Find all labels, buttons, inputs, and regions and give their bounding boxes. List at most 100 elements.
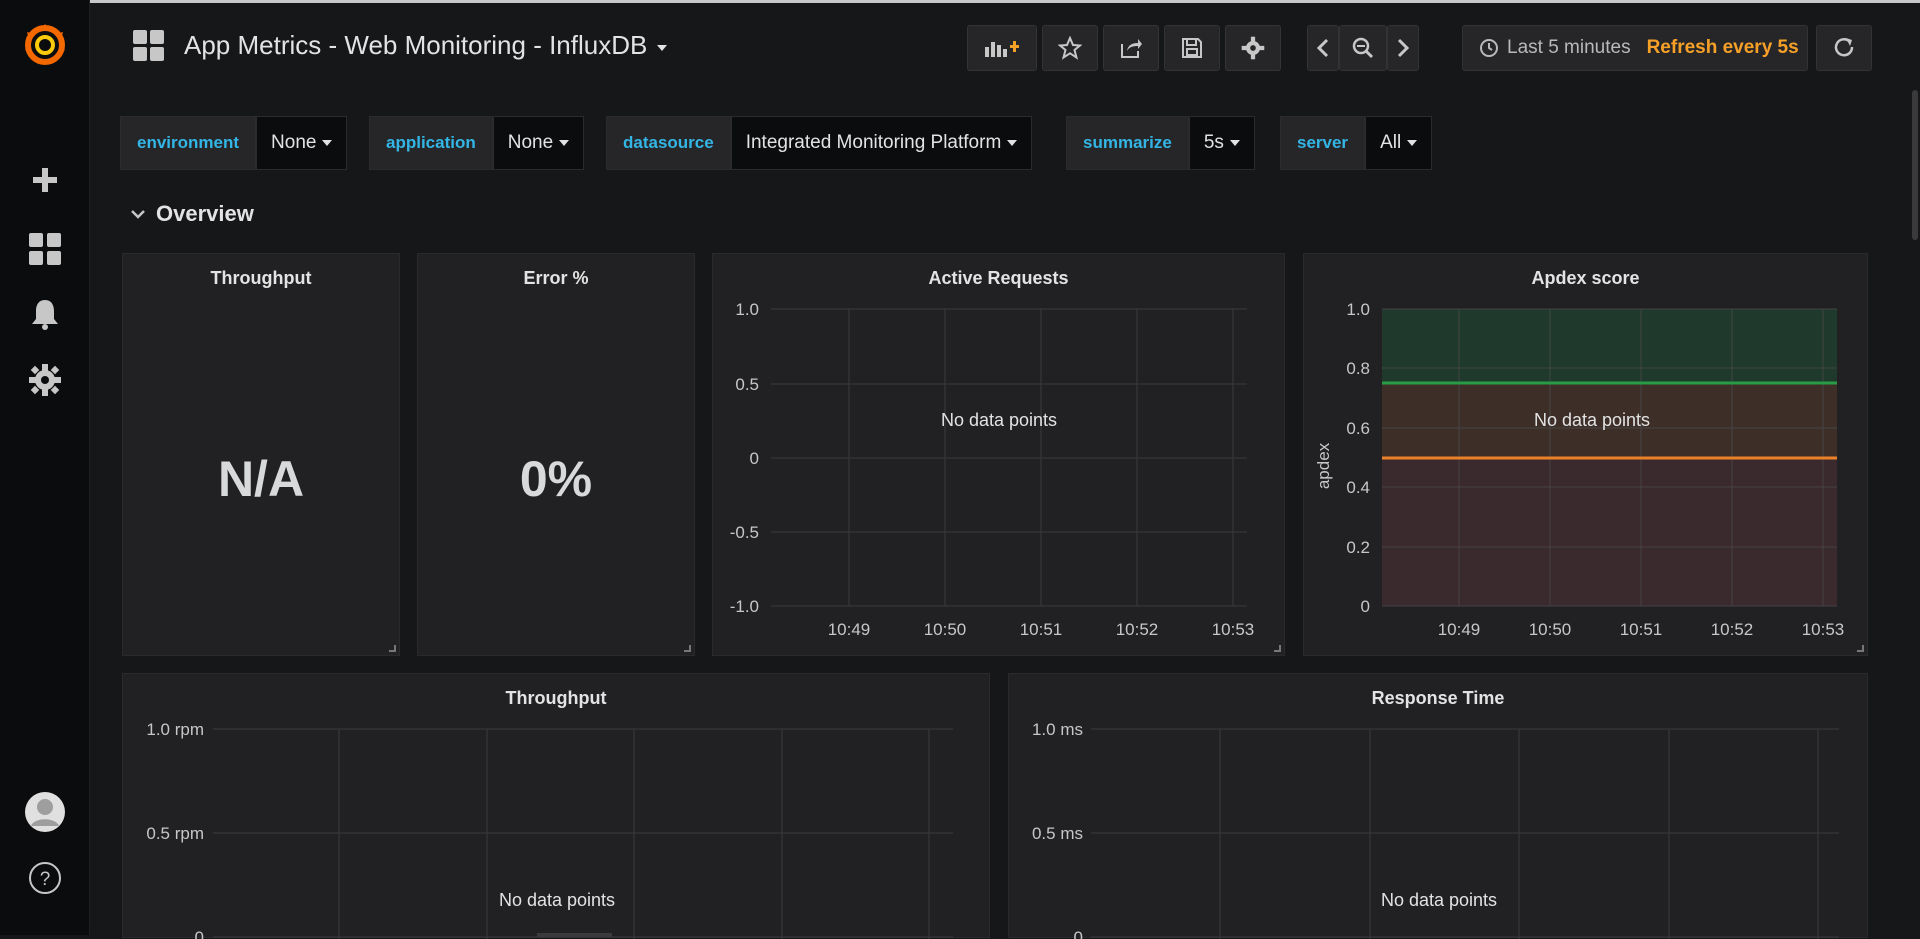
clock-icon xyxy=(1480,39,1498,57)
var-application[interactable]: application None xyxy=(369,116,585,170)
grafana-logo-icon[interactable] xyxy=(19,18,71,70)
y-tick-label: 0 xyxy=(1361,597,1370,616)
var-value-dropdown[interactable]: None xyxy=(256,116,348,170)
panel-active-requests[interactable]: Active Requests 1.0 0.5 0 -0.5 -1.0 10:4… xyxy=(712,253,1285,656)
x-tick-label: 10:50 xyxy=(1529,620,1572,639)
var-label: application xyxy=(369,116,493,170)
y-axis-label: apdex xyxy=(1314,442,1333,489)
caret-down-icon xyxy=(322,140,333,146)
chevron-right-icon xyxy=(1397,38,1410,58)
vertical-scrollbar[interactable] xyxy=(1912,90,1918,240)
time-forward-button[interactable] xyxy=(1387,25,1419,71)
var-value-dropdown[interactable]: All xyxy=(1365,116,1433,170)
add-panel-icon xyxy=(985,41,1019,57)
share-icon xyxy=(1121,39,1142,58)
var-value: All xyxy=(1380,132,1402,153)
settings-button[interactable] xyxy=(1225,25,1281,71)
refresh-button[interactable] xyxy=(1816,25,1872,71)
y-tick-label: 0.5 rpm xyxy=(146,824,204,843)
var-label: datasource xyxy=(606,116,731,170)
var-server[interactable]: server All xyxy=(1280,116,1433,170)
horizontal-scrollbar[interactable] xyxy=(537,933,612,937)
x-tick-label: 10:52 xyxy=(1116,620,1159,639)
panel-title[interactable]: Error % xyxy=(418,268,694,289)
resize-handle[interactable] xyxy=(684,645,691,652)
var-datasource[interactable]: datasource Integrated Monitoring Platfor… xyxy=(606,116,1033,170)
var-summarize[interactable]: summarize 5s xyxy=(1066,116,1255,170)
avatar[interactable] xyxy=(0,788,90,836)
x-tick-label: 10:50 xyxy=(924,620,967,639)
stat-value: 0% xyxy=(519,451,593,507)
no-data-message: No data points xyxy=(941,410,1057,430)
no-data-message: No data points xyxy=(1381,890,1497,910)
y-tick-label: 0.4 xyxy=(1346,478,1370,497)
time-range-picker[interactable]: Last 5 minutes Refresh every 5s xyxy=(1462,25,1808,71)
refresh-icon xyxy=(1834,38,1854,57)
share-button[interactable] xyxy=(1103,25,1159,71)
y-tick-label: 0.6 xyxy=(1346,419,1370,438)
resize-handle[interactable] xyxy=(389,645,396,652)
threshold-bad-region xyxy=(1382,458,1837,606)
y-tick-label: 0.2 xyxy=(1346,538,1370,557)
panel-apdex-score[interactable]: Apdex score 1.0 0.8 0.6 0.4 0.2 0 apdex … xyxy=(1303,253,1868,656)
no-data-message: No data points xyxy=(1534,410,1650,430)
chevron-down-icon xyxy=(131,210,145,219)
y-tick-label: 0.5 ms xyxy=(1032,824,1083,843)
time-back-button[interactable] xyxy=(1307,25,1339,71)
panel-throughput-graph[interactable]: Throughput 1.0 rpm 0.5 rpm 0 No data poi… xyxy=(122,673,990,939)
panel-response-time[interactable]: Response Time 1.0 ms 0.5 ms 0 No data po… xyxy=(1008,673,1868,939)
zoom-out-icon xyxy=(1352,37,1374,59)
resize-handle[interactable] xyxy=(1274,645,1281,652)
x-tick-label: 10:49 xyxy=(828,620,871,639)
dashboards-grid-icon[interactable] xyxy=(0,225,90,273)
var-value-dropdown[interactable]: None xyxy=(492,116,585,170)
apdex-graph: 1.0 0.8 0.6 0.4 0.2 0 apdex 10:49 10:50 … xyxy=(1314,300,1845,639)
var-value: 5s xyxy=(1203,132,1224,153)
dashboard-title-dropdown[interactable]: App Metrics - Web Monitoring - InfluxDB xyxy=(184,30,668,61)
var-label: environment xyxy=(120,116,257,170)
var-value-dropdown[interactable]: 5s xyxy=(1188,116,1255,170)
alerting-bell-icon[interactable] xyxy=(0,290,90,338)
template-variables: environment None application None dataso… xyxy=(90,116,1920,172)
save-icon xyxy=(1182,38,1202,58)
var-label: server xyxy=(1280,116,1366,170)
create-plus-icon[interactable] xyxy=(0,156,90,204)
y-tick-label: 0.5 xyxy=(735,375,759,394)
y-tick-label: 1.0 ms xyxy=(1032,720,1083,739)
dashboard-grid-icon[interactable] xyxy=(133,30,165,62)
y-tick-label: 1.0 rpm xyxy=(146,720,204,739)
threshold-good-region xyxy=(1382,309,1837,383)
x-tick-label: 10:51 xyxy=(1020,620,1063,639)
star-icon xyxy=(1058,36,1082,60)
var-environment[interactable]: environment None xyxy=(120,116,348,170)
chevron-left-icon xyxy=(1316,38,1329,58)
y-tick-label: -0.5 xyxy=(730,523,759,542)
x-tick-label: 10:53 xyxy=(1802,620,1845,639)
chevron-down-icon xyxy=(657,44,668,51)
resize-handle[interactable] xyxy=(1857,645,1864,652)
dashboard-title: App Metrics - Web Monitoring - InfluxDB xyxy=(184,30,648,60)
x-tick-label: 10:52 xyxy=(1711,620,1754,639)
no-data-message: No data points xyxy=(499,890,615,910)
caret-down-icon xyxy=(559,140,570,146)
row-title: Overview xyxy=(156,201,254,226)
var-value: Integrated Monitoring Platform xyxy=(745,132,1002,153)
add-panel-button[interactable] xyxy=(967,25,1037,71)
y-tick-label: 0.8 xyxy=(1346,359,1370,378)
var-value: None xyxy=(507,132,554,153)
gear-icon xyxy=(1241,36,1265,60)
save-button[interactable] xyxy=(1164,25,1220,71)
panel-throughput-stat[interactable]: Throughput N/A xyxy=(122,253,400,656)
var-value-dropdown[interactable]: Integrated Monitoring Platform xyxy=(730,116,1033,170)
refresh-interval-label: Refresh every 5s xyxy=(1646,37,1799,58)
panel-error-stat[interactable]: Error % 0% xyxy=(417,253,695,656)
configuration-gear-icon[interactable] xyxy=(0,356,90,404)
panel-title[interactable]: Throughput xyxy=(123,268,399,289)
star-button[interactable] xyxy=(1042,25,1098,71)
throughput-graph: 1.0 rpm 0.5 rpm 0 No data points xyxy=(146,720,953,939)
y-tick-label: -1.0 xyxy=(730,597,759,616)
help-icon[interactable]: ? xyxy=(0,854,90,902)
caret-down-icon xyxy=(1007,140,1018,146)
row-overview-toggle[interactable]: Overview xyxy=(130,201,254,227)
zoom-out-button[interactable] xyxy=(1339,25,1387,71)
